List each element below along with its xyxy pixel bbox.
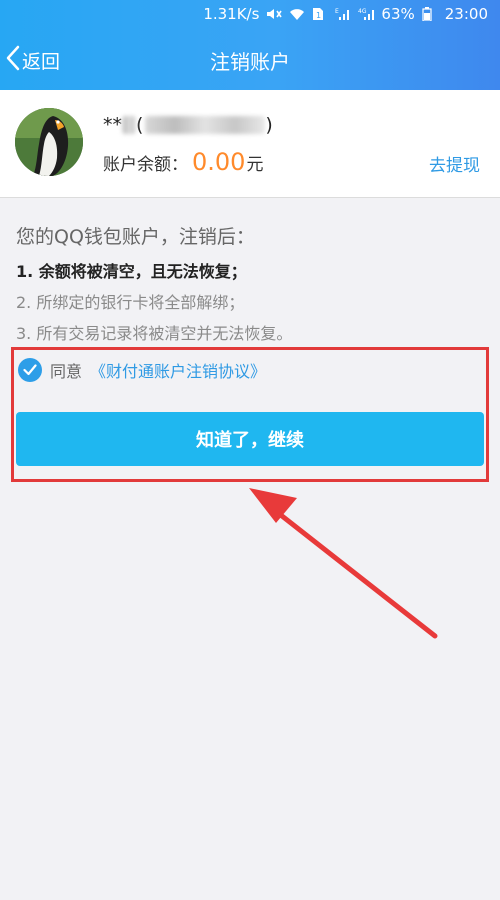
battery-icon — [422, 7, 438, 22]
balance-label: 账户余额： — [103, 155, 188, 175]
balance-value: 0.00 — [192, 148, 246, 176]
withdraw-link[interactable]: 去提现 — [429, 151, 480, 176]
continue-button[interactable]: 知道了，继续 — [16, 412, 484, 466]
account-card: ** ( ) 账户余额： 0.00 元 去提现 — [0, 90, 500, 198]
checkmark-icon — [23, 361, 37, 380]
signal-4g-icon: 4G — [358, 7, 375, 21]
sim-card-icon: 1 — [312, 7, 328, 21]
account-name: ** ( ) — [103, 114, 273, 136]
signal-e-icon: E — [335, 7, 351, 21]
balance-row: 账户余额： 0.00 元 — [103, 148, 263, 176]
agreement-link[interactable]: 《财付通账户注销协议》 — [90, 358, 266, 382]
notice-item-2: 2. 所绑定的银行卡将全部解绑； — [16, 293, 245, 312]
network-speed: 1.31K/s — [203, 5, 260, 23]
agree-checkbox[interactable] — [18, 358, 42, 382]
nav-bar: 返回 注销账户 — [0, 30, 500, 90]
redacted-account-id — [145, 116, 266, 134]
balance-unit: 元 — [246, 155, 264, 175]
svg-text:1: 1 — [316, 11, 321, 20]
notice-title: 您的QQ钱包账户，注销后： — [16, 226, 255, 248]
avatar — [15, 108, 83, 176]
svg-text:4G: 4G — [358, 8, 367, 15]
status-bar: 1.31K/s 1 E 4G 63% 23:00 — [0, 0, 500, 30]
mute-icon — [266, 7, 283, 21]
account-paren-close: ) — [265, 114, 273, 136]
svg-text:E: E — [335, 8, 339, 15]
account-name-prefix: ** — [103, 114, 122, 136]
account-paren-open: ( — [136, 114, 144, 136]
agree-text: 同意 — [50, 362, 83, 381]
page-title: 注销账户 — [210, 50, 290, 74]
notice-item-1: 1. 余额将被清空，且无法恢复； — [16, 262, 247, 281]
redacted-block — [122, 116, 136, 134]
battery-percent: 63% — [381, 5, 415, 23]
wifi-icon — [289, 7, 305, 21]
agreement-row: 同意 《财付通账户注销协议》 — [18, 357, 266, 383]
notice-item-3: 3. 所有交易记录将被清空并无法恢复。 — [16, 324, 293, 343]
clock: 23:00 — [444, 5, 488, 23]
